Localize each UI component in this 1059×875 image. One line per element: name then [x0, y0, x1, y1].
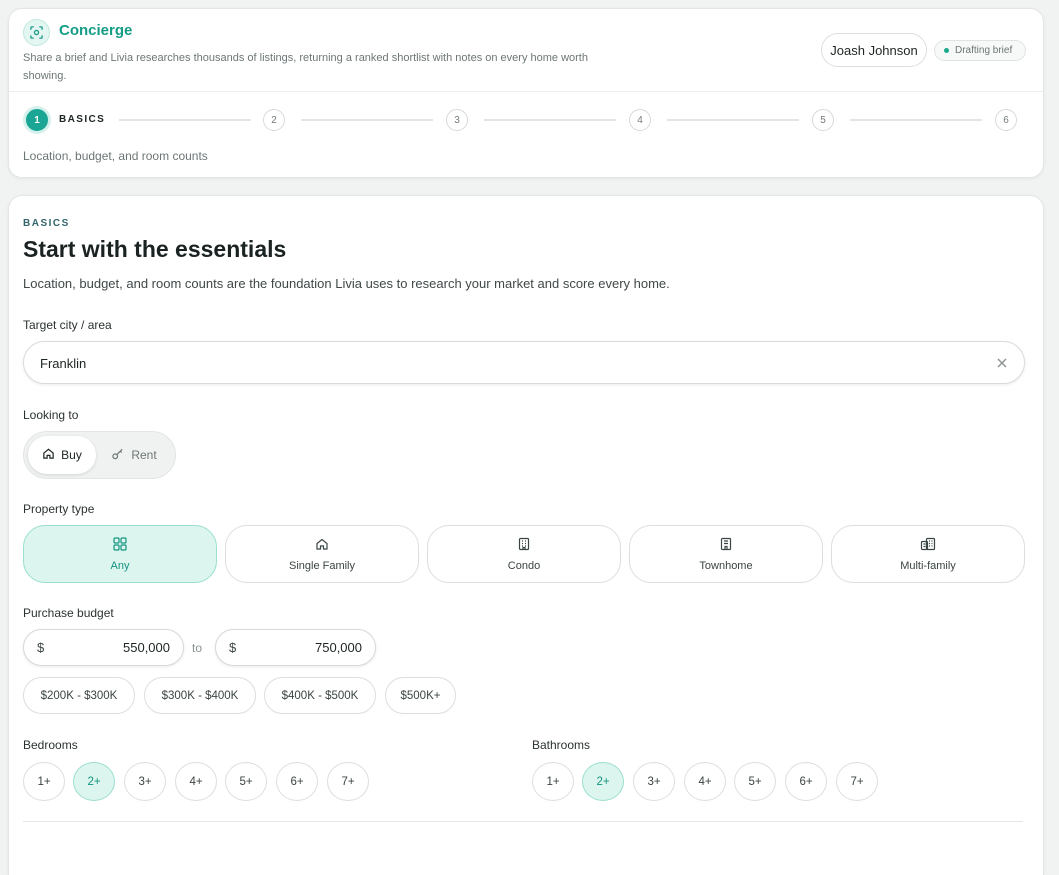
concierge-scan-icon — [23, 19, 50, 46]
bathrooms-option[interactable]: 4+ — [684, 762, 726, 801]
city-input[interactable] — [40, 352, 980, 374]
bathrooms-option[interactable]: 3+ — [633, 762, 675, 801]
rent-option[interactable]: Rent — [100, 436, 168, 474]
bedrooms-option[interactable]: 1+ — [23, 762, 65, 801]
budget-preset-200-300[interactable]: $200K - $300K — [23, 677, 135, 714]
app-title: Concierge — [59, 22, 133, 39]
grid-icon — [113, 536, 127, 554]
multi-family-icon — [920, 537, 936, 554]
bathrooms-option[interactable]: 5+ — [734, 762, 776, 801]
budget-preset-300-400[interactable]: $300K - $400K — [144, 677, 256, 714]
app-description: Share a brief and Livia researches thous… — [23, 52, 588, 82]
step-connector — [850, 119, 982, 121]
step-2[interactable]: 2 — [263, 109, 285, 131]
rent-label: Rent — [131, 448, 157, 462]
step-3[interactable]: 3 — [446, 109, 468, 131]
key-icon — [111, 447, 125, 463]
looking-to-label: Looking to — [23, 408, 79, 422]
property-type-single-family[interactable]: Single Family — [225, 525, 419, 583]
city-label: Target city / area — [23, 318, 112, 332]
building-icon — [517, 537, 531, 554]
step-connector — [484, 119, 616, 121]
concierge-header-card: Concierge Share a brief and Livia resear… — [8, 8, 1044, 178]
step-6[interactable]: 6 — [995, 109, 1017, 131]
budget-min-value: 550,000 — [123, 640, 170, 655]
status-text: Drafting brief — [955, 45, 1013, 56]
budget-max-value: 750,000 — [315, 640, 362, 655]
bedrooms-option[interactable]: 7+ — [327, 762, 369, 801]
buy-label: Buy — [61, 448, 82, 462]
bedrooms-option[interactable]: 5+ — [225, 762, 267, 801]
property-type-label-any: Any — [110, 559, 130, 572]
user-menu-button[interactable]: Joash Johnson — [821, 33, 927, 67]
property-type-label-condo: Condo — [507, 559, 541, 572]
budget-preset-400-500[interactable]: $400K - $500K — [264, 677, 376, 714]
budget-preset-500-plus[interactable]: $500K+ — [385, 677, 456, 714]
property-type-any[interactable]: Any — [23, 525, 217, 583]
page-title: Start with the essentials — [23, 236, 287, 262]
basics-form-card: BASICS Start with the essentials Locatio… — [8, 195, 1044, 875]
property-type-townhome[interactable]: Townhome — [629, 525, 823, 583]
currency-symbol: $ — [229, 640, 237, 655]
step-1[interactable]: 1 — [26, 109, 48, 131]
step-5[interactable]: 5 — [812, 109, 834, 131]
step-1-label: BASICS — [59, 114, 106, 125]
bedrooms-option[interactable]: 4+ — [175, 762, 217, 801]
budget-label: Purchase budget — [23, 606, 114, 620]
property-type-label-single-family: Single Family — [288, 559, 356, 572]
bathrooms-option-selected[interactable]: 2+ — [582, 762, 624, 801]
budget-separator: to — [192, 641, 203, 655]
buy-option[interactable]: Buy — [28, 436, 96, 474]
property-type-label: Property type — [23, 502, 95, 516]
bedrooms-label: Bedrooms — [23, 738, 78, 752]
step-subtitle: Location, budget, and room counts — [23, 149, 208, 163]
property-type-condo[interactable]: Condo — [427, 525, 621, 583]
bathrooms-option[interactable]: 1+ — [532, 762, 574, 801]
step-connector — [119, 119, 251, 121]
property-type-label-multi-family: Multi-family — [900, 559, 956, 572]
bathrooms-option[interactable]: 6+ — [785, 762, 827, 801]
currency-symbol: $ — [37, 640, 45, 655]
home-icon — [42, 447, 55, 463]
step-4[interactable]: 4 — [629, 109, 651, 131]
townhome-icon — [719, 537, 733, 554]
property-type-label-townhome: Townhome — [699, 559, 753, 572]
status-dot-icon — [944, 48, 949, 53]
bedrooms-option[interactable]: 3+ — [124, 762, 166, 801]
bedrooms-option-selected[interactable]: 2+ — [73, 762, 115, 801]
page-lead: Location, budget, and room counts are th… — [23, 276, 670, 291]
section-eyebrow: BASICS — [23, 218, 70, 229]
property-type-multi-family[interactable]: Multi-family — [831, 525, 1025, 583]
bedrooms-option[interactable]: 6+ — [276, 762, 318, 801]
step-connector — [301, 119, 433, 121]
bathrooms-option[interactable]: 7+ — [836, 762, 878, 801]
clear-icon[interactable] — [994, 355, 1010, 371]
bathrooms-label: Bathrooms — [532, 738, 591, 752]
budget-min-input[interactable]: $ 550,000 — [23, 629, 184, 666]
status-badge: Drafting brief — [934, 40, 1026, 61]
section-divider — [23, 821, 1023, 822]
header-divider — [9, 91, 1043, 92]
budget-max-input[interactable]: $ 750,000 — [215, 629, 376, 666]
looking-to-toggle: Buy Rent — [23, 431, 176, 479]
city-field — [23, 341, 1025, 384]
step-connector — [667, 119, 799, 121]
house-icon — [315, 537, 329, 554]
